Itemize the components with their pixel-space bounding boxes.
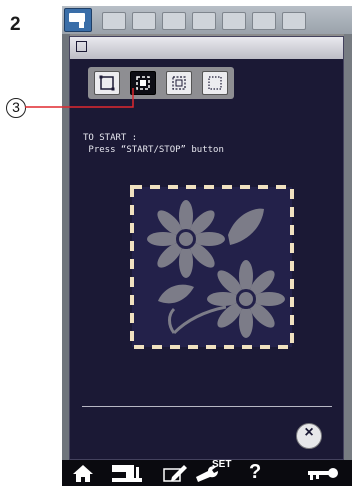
corner-trace-button[interactable] (130, 71, 156, 95)
right-scroll-strip (344, 34, 352, 460)
embroidery-edit-icon[interactable] (162, 463, 188, 483)
background-tab (192, 12, 216, 30)
pattern-trace-button[interactable] (166, 71, 192, 95)
home-icon[interactable] (72, 463, 94, 483)
divider (82, 406, 332, 407)
frame-icon (76, 41, 87, 52)
callout-number: 3 (6, 98, 26, 118)
outline-trace-icon (99, 75, 115, 91)
corner-trace-icon (136, 76, 150, 90)
machine-screen: TO START : Press “START/STOP” button × S… (62, 6, 352, 486)
trace-window-header (70, 37, 343, 59)
trace-window: TO START : Press “START/STOP” button × (69, 36, 344, 460)
dotted-trace-icon (208, 76, 222, 90)
help-icon[interactable]: ? (249, 461, 261, 484)
dotted-trace-button[interactable] (202, 71, 228, 95)
background-tab (162, 12, 186, 30)
sewing-machine-nav-icon[interactable] (110, 463, 144, 483)
background-tab (102, 12, 126, 30)
background-tab (252, 12, 276, 30)
outline-trace-button[interactable] (94, 71, 120, 95)
background-tab (222, 12, 246, 30)
step-number: 2 (10, 14, 21, 35)
background-tab-strip (62, 6, 352, 34)
set-label: SET (212, 459, 232, 470)
background-tab (282, 12, 306, 30)
close-button[interactable]: × (296, 423, 322, 449)
pattern-trace-icon (172, 76, 186, 90)
instruction-title: TO START : (83, 133, 138, 143)
trace-mode-toolbar (88, 67, 234, 99)
bottom-navigation-bar: SET ? (62, 459, 352, 486)
embroidery-design-preview (130, 185, 294, 349)
sewing-machine-icon[interactable] (64, 8, 92, 32)
instruction-text: Press “START/STOP” button (83, 145, 224, 155)
background-tab (132, 12, 156, 30)
key-icon[interactable] (306, 463, 340, 483)
